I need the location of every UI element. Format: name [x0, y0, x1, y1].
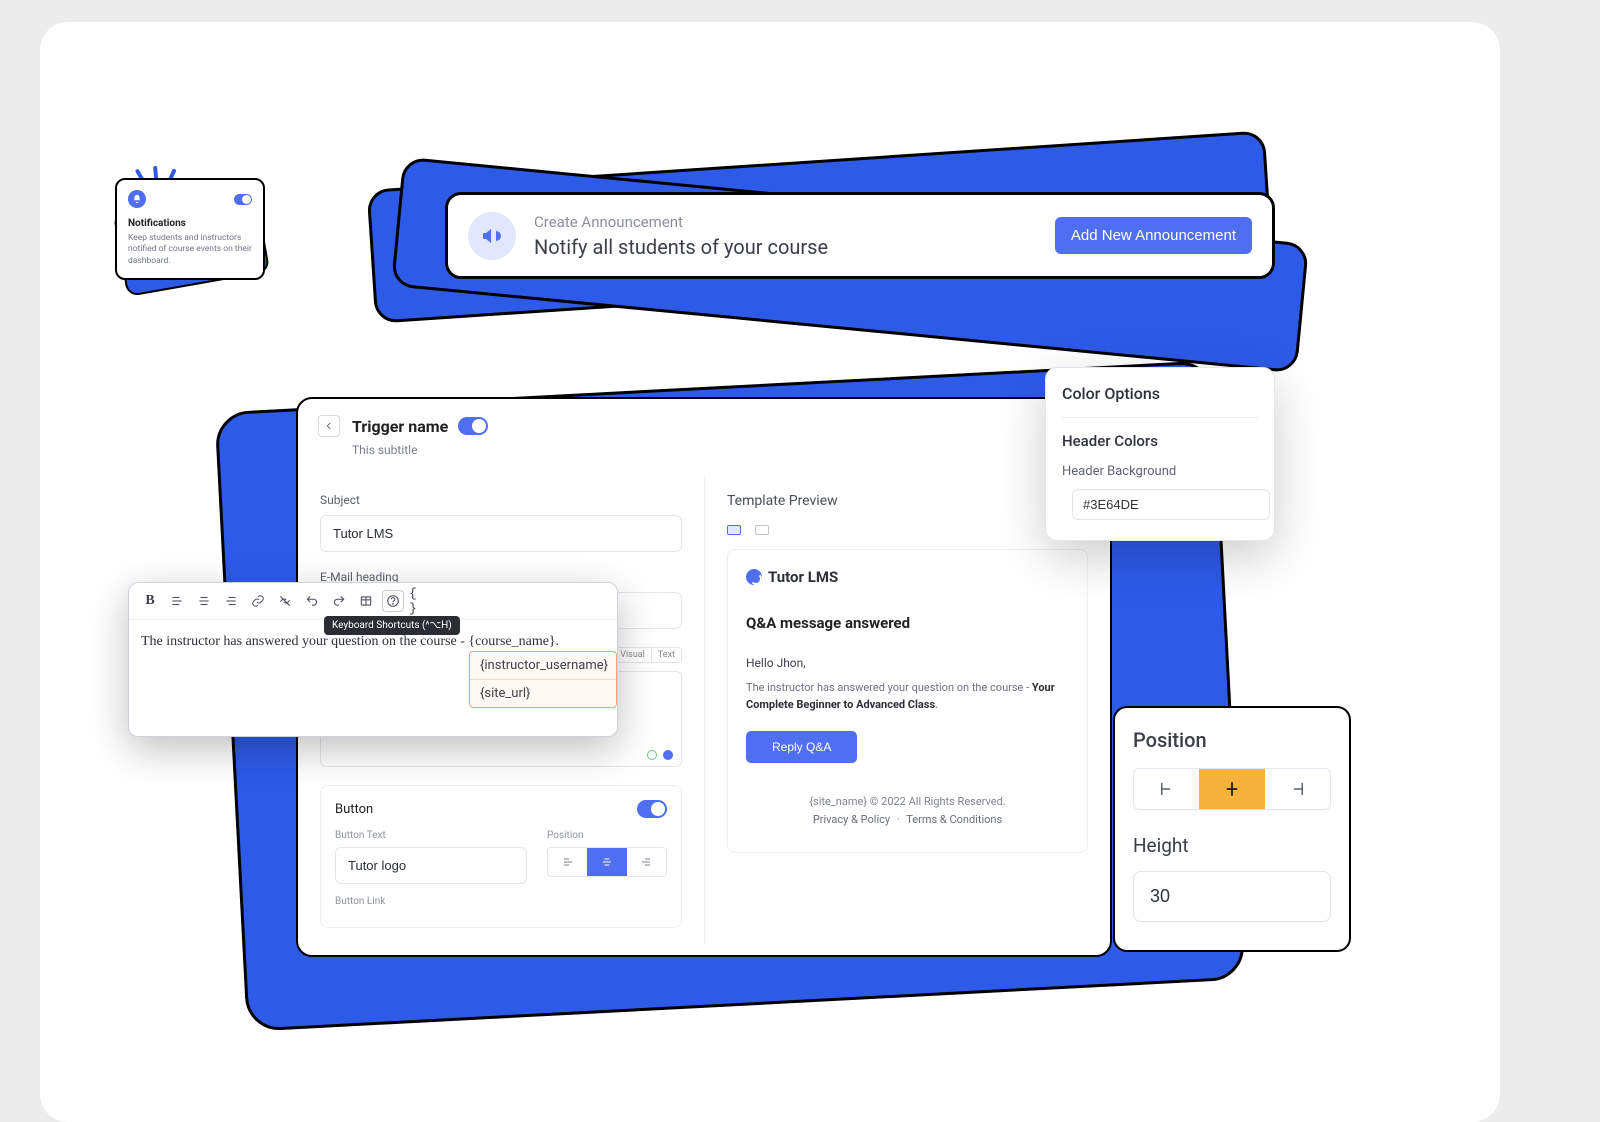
- button-position-segment[interactable]: [547, 847, 667, 877]
- megaphone-icon: [468, 212, 516, 260]
- editor-mode-text[interactable]: Text: [652, 648, 681, 662]
- height-input[interactable]: [1133, 871, 1331, 922]
- footer-privacy-link[interactable]: Privacy & Policy: [813, 813, 890, 826]
- position-option-left[interactable]: [1134, 769, 1199, 809]
- editor-mode-visual[interactable]: Visual: [614, 648, 652, 662]
- header-bg-input[interactable]: [1072, 489, 1270, 520]
- rich-text-editor-popup: B { } Keyboard Shortcuts (^⌥H) The instr…: [128, 582, 618, 737]
- footer-terms-link[interactable]: Terms & Conditions: [906, 813, 1002, 826]
- color-options-popover: Color Options Header Colors Header Backg…: [1045, 367, 1275, 541]
- subject-input[interactable]: [320, 515, 682, 552]
- brand-logo-icon: [746, 569, 762, 585]
- link-icon[interactable]: [247, 590, 269, 612]
- notifications-title: Notifications: [128, 218, 252, 229]
- position-option-center[interactable]: [1199, 769, 1264, 809]
- back-button[interactable]: [318, 415, 340, 437]
- align-center-icon[interactable]: [193, 590, 215, 612]
- brand-name: Tutor LMS: [768, 568, 838, 586]
- announcement-subtitle: Create Announcement: [534, 213, 1055, 231]
- align-right-icon[interactable]: [220, 590, 242, 612]
- header-colors-title: Header Colors: [1062, 432, 1258, 450]
- email-footer: {site_name} © 2022 All Rights Reserved. …: [746, 793, 1069, 828]
- add-announcement-button[interactable]: Add New Announcement: [1055, 217, 1252, 254]
- button-text-input[interactable]: [335, 847, 527, 884]
- trigger-title: Trigger name: [352, 417, 448, 436]
- height-label: Height: [1133, 834, 1331, 857]
- subject-label: Subject: [320, 493, 682, 507]
- undo-icon[interactable]: [301, 590, 323, 612]
- email-body-text: The instructor has answered your questio…: [746, 680, 1069, 713]
- bold-button[interactable]: B: [139, 590, 161, 612]
- device-desktop-icon[interactable]: [727, 525, 741, 535]
- code-braces-icon[interactable]: { }: [409, 590, 431, 612]
- color-options-title: Color Options: [1062, 384, 1258, 403]
- announcement-headline: Notify all students of your course: [534, 235, 1055, 259]
- position-popover: Position Height: [1113, 706, 1351, 952]
- device-mobile-icon[interactable]: [755, 525, 769, 535]
- button-link-label: Button Link: [335, 896, 667, 907]
- editor-status-dots: [647, 750, 673, 760]
- table-icon[interactable]: [355, 590, 377, 612]
- bell-icon: [128, 190, 146, 208]
- position-title: Position: [1133, 728, 1331, 752]
- reply-qa-button[interactable]: Reply Q&A: [746, 731, 857, 763]
- trigger-subtitle: This subtitle: [352, 443, 1110, 457]
- redo-icon[interactable]: [328, 590, 350, 612]
- email-greeting: Hello Jhon,: [746, 656, 1069, 670]
- position-segment[interactable]: [1133, 768, 1331, 810]
- position-left-icon[interactable]: [548, 848, 587, 876]
- brand-row: Tutor LMS: [746, 568, 1069, 586]
- position-center-icon[interactable]: [587, 848, 626, 876]
- unlink-icon[interactable]: [274, 590, 296, 612]
- button-position-label: Position: [547, 830, 667, 841]
- align-left-icon[interactable]: [166, 590, 188, 612]
- notifications-toggle[interactable]: [234, 194, 252, 205]
- button-text-label: Button Text: [335, 830, 527, 841]
- position-option-right[interactable]: [1265, 769, 1330, 809]
- trigger-enable-toggle[interactable]: [458, 417, 488, 435]
- notifications-description: Keep students and instructors notified o…: [128, 233, 252, 267]
- announcement-bar: Create Announcement Notify all students …: [445, 192, 1275, 279]
- email-preview-card: Tutor LMS Q&A message answered Hello Jho…: [727, 549, 1088, 853]
- editor-mode-toggle[interactable]: Visual Text: [613, 647, 682, 663]
- help-icon[interactable]: [382, 590, 404, 612]
- email-heading: Q&A message answered: [746, 614, 1069, 632]
- variable-option[interactable]: {site_url}: [470, 679, 616, 707]
- variable-option[interactable]: {instructor_username}: [470, 652, 616, 679]
- button-enable-toggle[interactable]: [637, 800, 667, 818]
- rte-toolbar: B { }: [129, 583, 617, 620]
- position-right-icon[interactable]: [627, 848, 666, 876]
- keyboard-shortcuts-tooltip: Keyboard Shortcuts (^⌥H): [324, 616, 460, 635]
- notifications-card: Notifications Keep students and instruct…: [115, 178, 265, 280]
- header-bg-label: Header Background: [1062, 464, 1258, 479]
- button-section-title: Button: [335, 802, 373, 817]
- template-preview-title: Template Preview: [727, 493, 1088, 509]
- variable-suggestions-popup: {instructor_username} {site_url}: [469, 651, 617, 708]
